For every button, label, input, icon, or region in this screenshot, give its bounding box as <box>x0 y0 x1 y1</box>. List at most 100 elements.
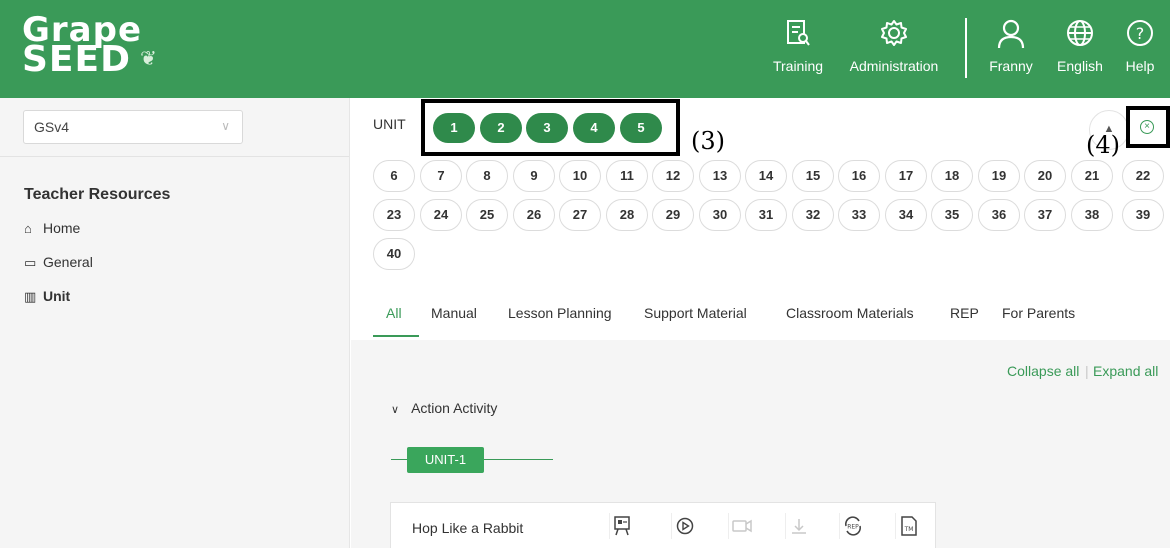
nav-administration[interactable]: Administration <box>845 18 943 74</box>
unit-button-24[interactable]: 24 <box>420 199 462 231</box>
unit-button-22[interactable]: 22 <box>1122 160 1164 192</box>
sidebar-item-general[interactable]: ▭ General <box>24 254 93 271</box>
unit-button-38[interactable]: 38 <box>1071 199 1113 231</box>
sidebar-title: Teacher Resources <box>24 186 171 203</box>
unit-tag: UNIT-1 <box>407 447 484 473</box>
unit-button-28[interactable]: 28 <box>606 199 648 231</box>
unit-button-25[interactable]: 25 <box>466 199 508 231</box>
unit-button-18[interactable]: 18 <box>931 160 973 192</box>
section-action-activity[interactable]: ∨ Action Activity <box>391 400 497 416</box>
unit-button-16[interactable]: 16 <box>838 160 880 192</box>
version-select[interactable]: GSv4 ∨ <box>23 110 243 144</box>
presentation-icon[interactable] <box>609 513 635 539</box>
video-icon <box>728 513 754 539</box>
globe-icon <box>1052 18 1108 58</box>
annotation-label-3: (3) <box>691 127 725 155</box>
training-icon <box>770 18 826 58</box>
rep-icon[interactable]: REP <box>839 513 865 539</box>
sidebar-item-unit[interactable]: ▥ Unit <box>24 288 70 305</box>
nav-language[interactable]: English <box>1052 18 1108 74</box>
nav-language-label: English <box>1057 58 1103 74</box>
tab-lesson-planning[interactable]: Lesson Planning <box>508 305 612 321</box>
sidebar-item-label: General <box>43 254 93 270</box>
close-icon[interactable]: × <box>1140 120 1154 134</box>
home-icon: ⌂ <box>24 221 32 236</box>
nav-help[interactable]: ? Help <box>1120 18 1160 74</box>
unit-button-26[interactable]: 26 <box>513 199 555 231</box>
unit-button-6[interactable]: 6 <box>373 160 415 192</box>
unit-icon: ▥ <box>24 289 37 304</box>
sidebar-item-label: Unit <box>43 288 71 304</box>
svg-text:TM: TM <box>903 526 913 533</box>
link-separator: | <box>1085 363 1089 379</box>
annotation-label-4: (4) <box>1086 131 1120 159</box>
grapeseed-logo[interactable]: Grape SEED ❦ <box>22 13 157 80</box>
sidebar-item-label: Home <box>43 220 81 236</box>
nav-help-label: Help <box>1125 58 1155 74</box>
tab-manual[interactable]: Manual <box>431 305 477 321</box>
sidebar: GSv4 ∨ Teacher Resources ⌂ Home ▭ General … <box>0 98 350 548</box>
unit-button-21[interactable]: 21 <box>1071 160 1113 192</box>
tab-rep[interactable]: REP <box>950 305 979 321</box>
logo-line2: SEED <box>22 39 131 80</box>
tab-classroom-materials[interactable]: Classroom Materials <box>786 305 914 321</box>
unit-button-10[interactable]: 10 <box>559 160 601 192</box>
sidebar-item-home[interactable]: ⌂ Home <box>24 220 80 236</box>
help-icon: ? <box>1120 18 1160 58</box>
unit-button-9[interactable]: 9 <box>513 160 555 192</box>
tab-for-parents[interactable]: For Parents <box>1002 305 1075 321</box>
user-icon <box>986 18 1036 58</box>
collapse-all-link[interactable]: Collapse all <box>1007 363 1079 379</box>
svg-text:?: ? <box>1136 24 1145 43</box>
svg-text:REP: REP <box>847 524 859 531</box>
unit-button-23[interactable]: 23 <box>373 199 415 231</box>
chevron-down-icon: ∨ <box>391 404 400 416</box>
version-select-value: GSv4 <box>34 119 70 135</box>
nav-user-label: Franny <box>989 58 1033 74</box>
play-icon[interactable] <box>671 513 697 539</box>
unit-button-33[interactable]: 33 <box>838 199 880 231</box>
active-tab-indicator <box>373 335 419 337</box>
teacher-manual-icon[interactable]: TM <box>895 513 921 539</box>
general-icon: ▭ <box>24 255 37 270</box>
unit-button-19[interactable]: 19 <box>978 160 1020 192</box>
leaf-icon: ❦ <box>140 46 157 70</box>
nav-training-label: Training <box>772 58 824 74</box>
download-icon <box>785 513 811 539</box>
chevron-down-icon: ∨ <box>221 119 230 133</box>
unit-button-13[interactable]: 13 <box>699 160 741 192</box>
tab-all[interactable]: All <box>386 305 402 321</box>
section-title: Action Activity <box>411 400 498 416</box>
unit-button-34[interactable]: 34 <box>885 199 927 231</box>
nav-administration-label: Administration <box>849 58 939 74</box>
nav-training[interactable]: Training <box>770 18 826 74</box>
unit-button-14[interactable]: 14 <box>745 160 787 192</box>
unit-button-11[interactable]: 11 <box>606 160 648 192</box>
unit-button-20[interactable]: 20 <box>1024 160 1066 192</box>
unit-button-29[interactable]: 29 <box>652 199 694 231</box>
unit-button-40[interactable]: 40 <box>373 238 415 270</box>
activity-row: Hop Like a Rabbit REP TM <box>390 502 936 548</box>
unit-button-35[interactable]: 35 <box>931 199 973 231</box>
nav-separator <box>965 18 967 78</box>
tab-support-material[interactable]: Support Material <box>644 305 747 321</box>
unit-button-32[interactable]: 32 <box>792 199 834 231</box>
gear-icon <box>845 18 943 58</box>
nav-user[interactable]: Franny <box>986 18 1036 74</box>
unit-button-37[interactable]: 37 <box>1024 199 1066 231</box>
unit-button-31[interactable]: 31 <box>745 199 787 231</box>
unit-button-15[interactable]: 15 <box>792 160 834 192</box>
activity-name[interactable]: Hop Like a Rabbit <box>412 520 523 536</box>
annotation-box-3 <box>421 99 680 156</box>
unit-button-27[interactable]: 27 <box>559 199 601 231</box>
unit-button-7[interactable]: 7 <box>420 160 462 192</box>
unit-button-30[interactable]: 30 <box>699 199 741 231</box>
unit-button-36[interactable]: 36 <box>978 199 1020 231</box>
unit-button-17[interactable]: 17 <box>885 160 927 192</box>
unit-button-39[interactable]: 39 <box>1122 199 1164 231</box>
top-header: Grape SEED ❦ Training Administration Fra… <box>0 0 1170 98</box>
unit-button-8[interactable]: 8 <box>466 160 508 192</box>
expand-all-link[interactable]: Expand all <box>1093 363 1158 379</box>
unit-button-12[interactable]: 12 <box>652 160 694 192</box>
unit-label: UNIT <box>373 116 406 132</box>
